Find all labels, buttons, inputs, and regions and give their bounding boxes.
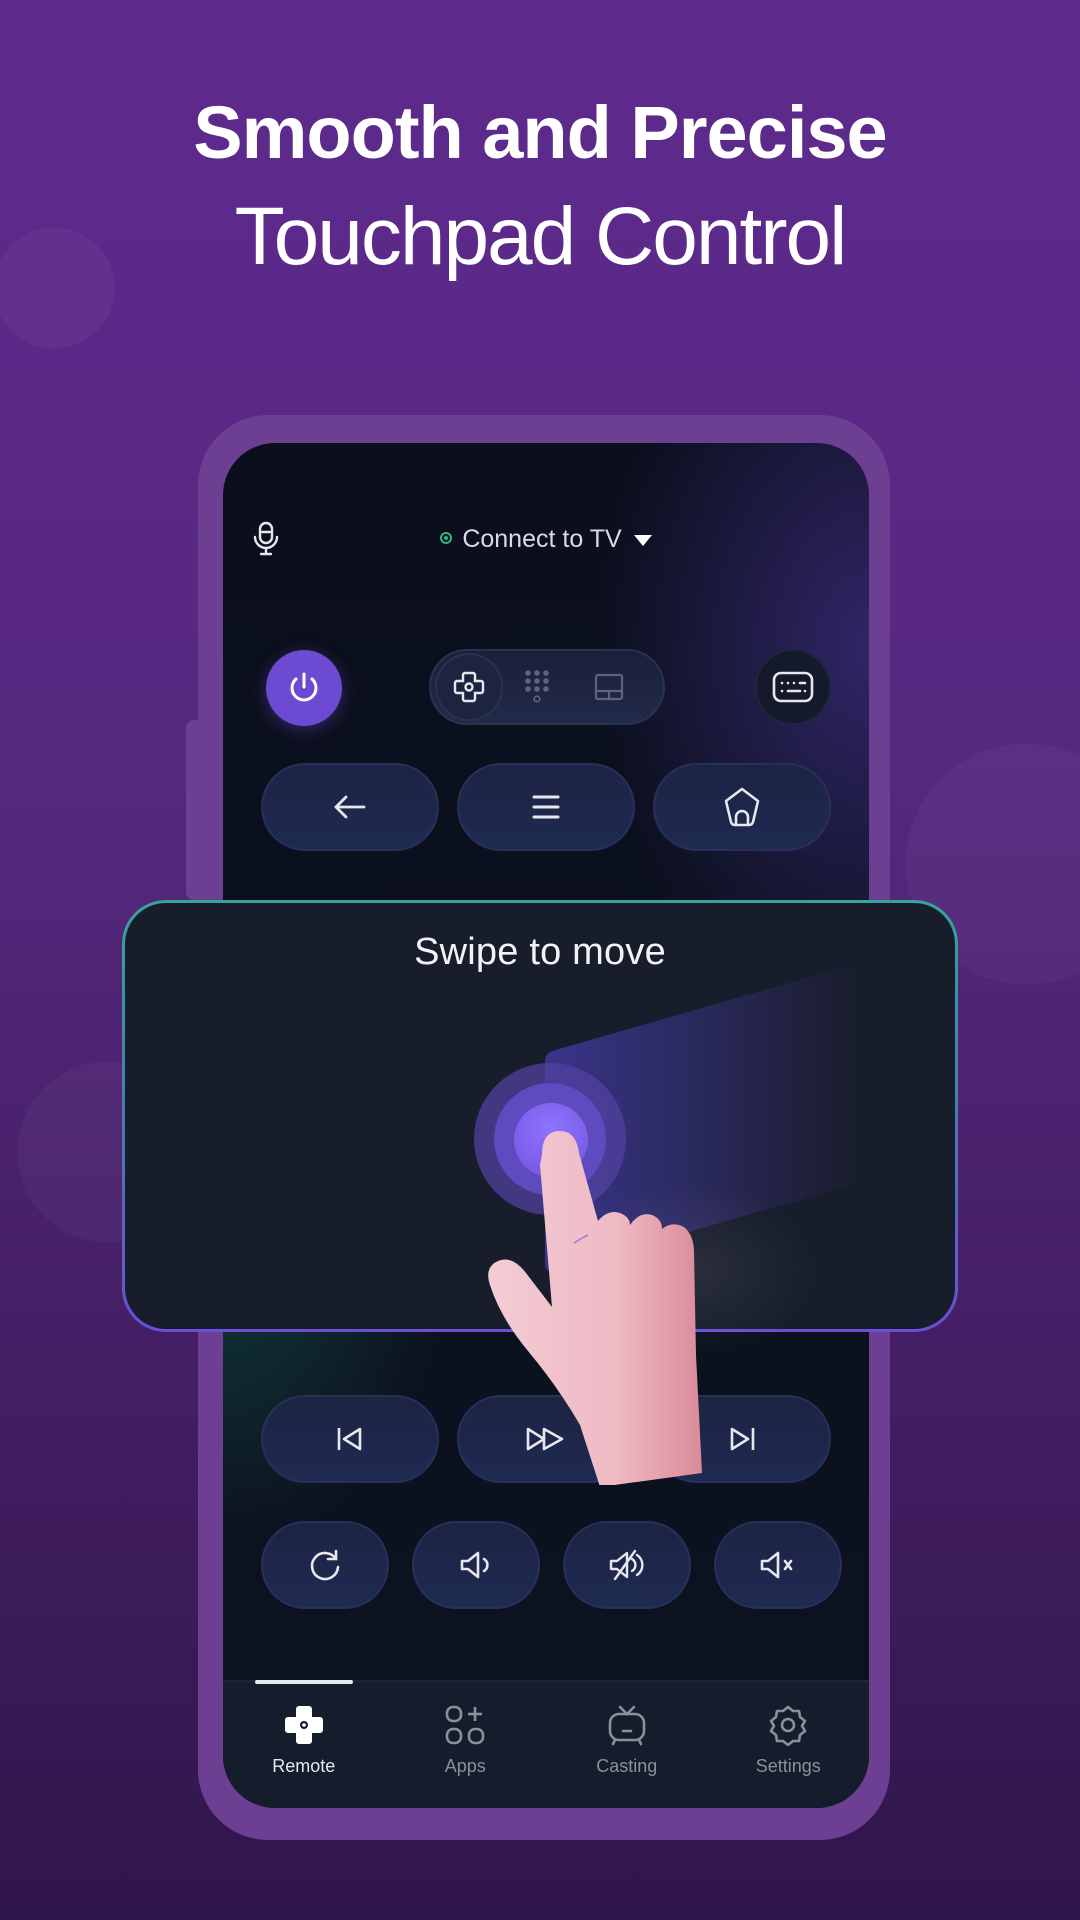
tab-label: Remote	[272, 1756, 336, 1776]
tv-icon	[608, 1705, 646, 1746]
volume-up-button[interactable]	[563, 1521, 691, 1609]
previous-icon	[337, 1427, 362, 1451]
tab-remote[interactable]: Remote	[223, 1682, 385, 1808]
previous-button[interactable]	[261, 1395, 439, 1483]
refresh-icon	[310, 1549, 340, 1581]
tab-apps[interactable]: Apps	[385, 1682, 547, 1808]
back-arrow-icon	[334, 795, 366, 819]
home-button[interactable]	[653, 763, 831, 851]
volume-up-icon	[609, 1549, 644, 1581]
back-button[interactable]	[261, 763, 439, 851]
next-icon	[730, 1427, 755, 1451]
tab-label: Casting	[596, 1756, 658, 1776]
mute-button[interactable]	[714, 1521, 842, 1609]
overlay-title: Swipe to move	[414, 931, 666, 973]
tab-casting[interactable]: Casting	[546, 1682, 708, 1808]
mode-dpad[interactable]	[437, 655, 501, 719]
keyboard-button[interactable]	[755, 649, 831, 725]
bottom-tab-bar: Remote Apps Casting Settings	[223, 1680, 869, 1808]
menu-button[interactable]	[457, 763, 635, 851]
touchpad-icon	[594, 673, 624, 701]
tab-settings[interactable]: Settings	[708, 1682, 870, 1808]
headline-line-1: Smooth and Precise	[193, 91, 887, 174]
connect-label: Connect to TV	[462, 525, 622, 553]
connect-to-tv-dropdown[interactable]: Connect to TV	[223, 521, 869, 557]
volume-down-button[interactable]	[412, 1521, 540, 1609]
caret-down-icon	[633, 534, 652, 546]
home-icon	[724, 787, 760, 827]
remote-icon	[284, 1706, 323, 1744]
connection-status-dot	[440, 532, 453, 545]
tab-label: Settings	[755, 1756, 821, 1776]
menu-icon	[532, 795, 560, 819]
numpad-icon	[525, 670, 549, 703]
headline-line-2: Touchpad Control	[234, 191, 848, 282]
replay-button[interactable]	[261, 1521, 389, 1609]
mode-numpad[interactable]	[501, 655, 573, 719]
mute-icon	[760, 1551, 793, 1579]
gear-icon	[769, 1705, 807, 1746]
pointing-hand-icon	[488, 1131, 702, 1485]
apps-icon	[445, 1705, 485, 1745]
dpad-icon	[453, 671, 485, 703]
power-button[interactable]	[266, 650, 342, 726]
keyboard-icon	[772, 671, 814, 703]
control-mode-switch	[429, 649, 665, 725]
headline: Smooth and Precise Touchpad Control	[0, 88, 1080, 292]
power-icon	[290, 672, 318, 702]
top-bar: Connect to TV	[223, 521, 869, 561]
mode-touchpad[interactable]	[573, 655, 645, 719]
volume-down-icon	[460, 1551, 489, 1579]
tab-label: Apps	[444, 1756, 486, 1776]
